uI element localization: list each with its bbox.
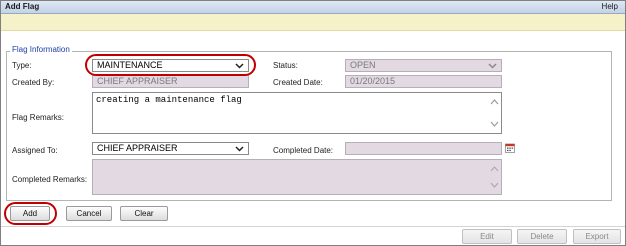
- clear-button[interactable]: Clear: [120, 206, 168, 221]
- flag-remarks-label: Flag Remarks:: [12, 113, 65, 122]
- section-legend: Flag Information: [10, 45, 72, 54]
- created-date-label: Created Date:: [273, 78, 323, 87]
- assigned-to-value: CHIEF APPRAISER: [97, 143, 178, 153]
- footer-divider: [1, 226, 625, 227]
- created-date-field: 01/20/2015: [345, 75, 502, 88]
- chevron-down-icon: [235, 146, 244, 152]
- type-select[interactable]: MAINTENANCE: [92, 59, 249, 72]
- status-value: OPEN: [350, 60, 376, 70]
- status-label: Status:: [273, 61, 298, 70]
- help-link[interactable]: Help: [602, 2, 618, 11]
- window-title: Add Flag: [5, 2, 40, 11]
- flag-remarks-scrollbar[interactable]: [490, 95, 499, 131]
- export-button: Export: [573, 229, 621, 244]
- cancel-button[interactable]: Cancel: [66, 206, 112, 221]
- type-value: MAINTENANCE: [97, 60, 163, 70]
- assigned-to-select[interactable]: CHIEF APPRAISER: [92, 142, 249, 155]
- delete-button: Delete: [517, 229, 567, 244]
- add-button[interactable]: Add: [10, 206, 50, 221]
- assigned-to-label: Assigned To:: [12, 146, 58, 155]
- status-select: OPEN: [345, 59, 502, 72]
- flag-remarks-textarea[interactable]: creating a maintenance flag: [92, 92, 502, 134]
- type-label: Type:: [12, 61, 32, 70]
- created-by-field: CHIEF APPRAISER: [92, 75, 249, 88]
- scroll-down-icon: [490, 182, 499, 188]
- scroll-down-icon[interactable]: [490, 120, 499, 128]
- scroll-up-icon[interactable]: [490, 98, 499, 106]
- title-bar: Add Flag Help: [1, 1, 625, 14]
- completed-remarks-scrollbar: [490, 162, 499, 192]
- chevron-down-icon: [488, 63, 497, 69]
- scroll-up-icon: [490, 166, 499, 172]
- completed-date-field: [345, 142, 502, 155]
- flag-remarks-text: creating a maintenance flag: [96, 95, 242, 105]
- message-bar: [1, 14, 625, 31]
- completed-date-label: Completed Date:: [273, 146, 334, 155]
- edit-button: Edit: [462, 229, 512, 244]
- completed-remarks-textarea: [92, 159, 502, 195]
- calendar-icon[interactable]: [505, 143, 515, 153]
- completed-remarks-label: Completed Remarks:: [12, 175, 88, 184]
- created-by-label: Created By:: [12, 78, 55, 87]
- chevron-down-icon: [235, 63, 244, 69]
